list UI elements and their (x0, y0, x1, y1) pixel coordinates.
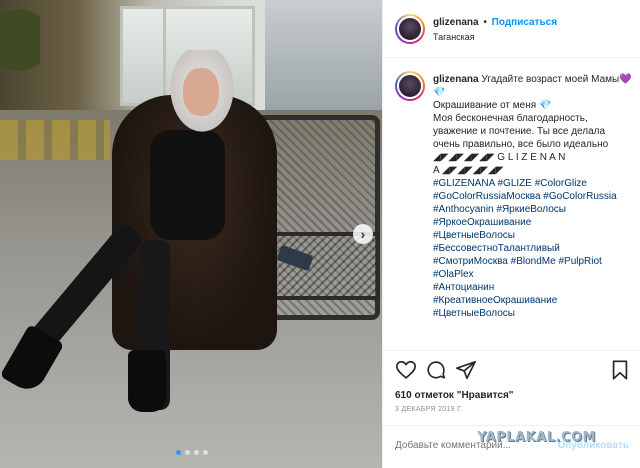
photo-boot-right (128, 350, 166, 412)
hashtag-link[interactable]: #GLIZENANA (433, 178, 495, 189)
caption-decoration-2: A ◢◤◢◤◢◤◢◤ (433, 165, 504, 176)
hashtag-link[interactable]: #Антоцианин (433, 282, 494, 293)
author-avatar[interactable] (395, 14, 425, 44)
hashtag-link[interactable]: #GoColorRussiaМосква (433, 191, 541, 202)
hashtag-link[interactable]: #ЯркоеОкрашивание (433, 217, 531, 228)
post-side-panel: glizenana • Подписаться Таганская glizen… (382, 0, 640, 468)
hashtag-link[interactable]: #GLIZE (497, 178, 531, 189)
post-actions-bar (383, 350, 640, 390)
hashtag-link[interactable]: #Anthocyanin (433, 204, 494, 215)
caption-line-3: Моя бесконечная благодарность, уважение … (433, 113, 609, 150)
hashtag-link[interactable]: #OlaPlex (433, 269, 474, 280)
caption-area: glizenana Угадайте возраст моей Мамы💜 💎 О… (383, 59, 640, 346)
photo-dress (150, 130, 225, 240)
hashtag-link[interactable]: #ЦветныеВолосы (433, 308, 515, 319)
gem-emoji: 💎 (538, 100, 552, 111)
photo-face (183, 68, 219, 116)
photo-floor-markings (0, 120, 110, 160)
carousel-dot (194, 450, 199, 455)
carousel-dot (185, 450, 190, 455)
caption-line-2: Окрашивание от меня (433, 100, 537, 111)
caption-username[interactable]: glizenana (433, 74, 479, 85)
post-header: glizenana • Подписаться Таганская (383, 0, 640, 58)
hashtag-link[interactable]: #СмотриМосква (433, 256, 508, 267)
post-date: 3 ДЕКАБРЯ 2019 Г. (395, 406, 463, 413)
hashtag-link[interactable]: #PulpRiot (558, 256, 601, 267)
hashtag-link[interactable]: #БессовестноТалантливый (433, 243, 560, 254)
share-icon[interactable] (455, 359, 477, 381)
hashtag-link[interactable]: #BlondMe (511, 256, 556, 267)
comment-icon[interactable] (425, 359, 447, 381)
hashtag-link[interactable]: #ЯркиеВолосы (496, 204, 566, 215)
carousel-next-button[interactable]: › (353, 224, 373, 244)
photo-plant (0, 0, 40, 100)
post-location[interactable]: Таганская (433, 32, 475, 42)
carousel-dot (176, 450, 181, 455)
follow-button[interactable]: Подписаться (492, 17, 557, 28)
carousel-dots (176, 450, 208, 455)
bookmark-icon[interactable] (609, 359, 631, 381)
post-photo[interactable]: › (0, 0, 382, 468)
hashtag-link[interactable]: #ColorGlize (535, 178, 587, 189)
caption-decoration-1: ◢◤◢◤◢◤◢◤ G L I Z E N A N (433, 152, 566, 163)
hashtag-link[interactable]: #GoColorRussia (543, 191, 616, 202)
hashtag-link[interactable]: #ЦветныеВолосы (433, 230, 515, 241)
purple-heart-emoji: 💜 (619, 74, 632, 85)
separator-dot: • (483, 17, 487, 28)
caption-text: glizenana Угадайте возраст моей Мамы💜 💎 О… (433, 73, 633, 320)
gem-emoji: 💎 (433, 87, 446, 98)
likes-count[interactable]: 610 отметок "Нравится" (395, 390, 514, 401)
author-username[interactable]: glizenana (433, 17, 479, 28)
header-user-line: glizenana • Подписаться (433, 17, 557, 28)
hashtag-link[interactable]: #КреативноеОкрашивание (433, 295, 557, 306)
site-watermark: YAPLAKAL.COM (477, 430, 596, 445)
carousel-dot (203, 450, 208, 455)
caption-author-avatar[interactable] (395, 71, 425, 101)
caption-line-1: Угадайте возраст моей Мамы (481, 74, 620, 85)
heart-icon[interactable] (395, 359, 417, 381)
photo-street-view (265, 0, 382, 110)
